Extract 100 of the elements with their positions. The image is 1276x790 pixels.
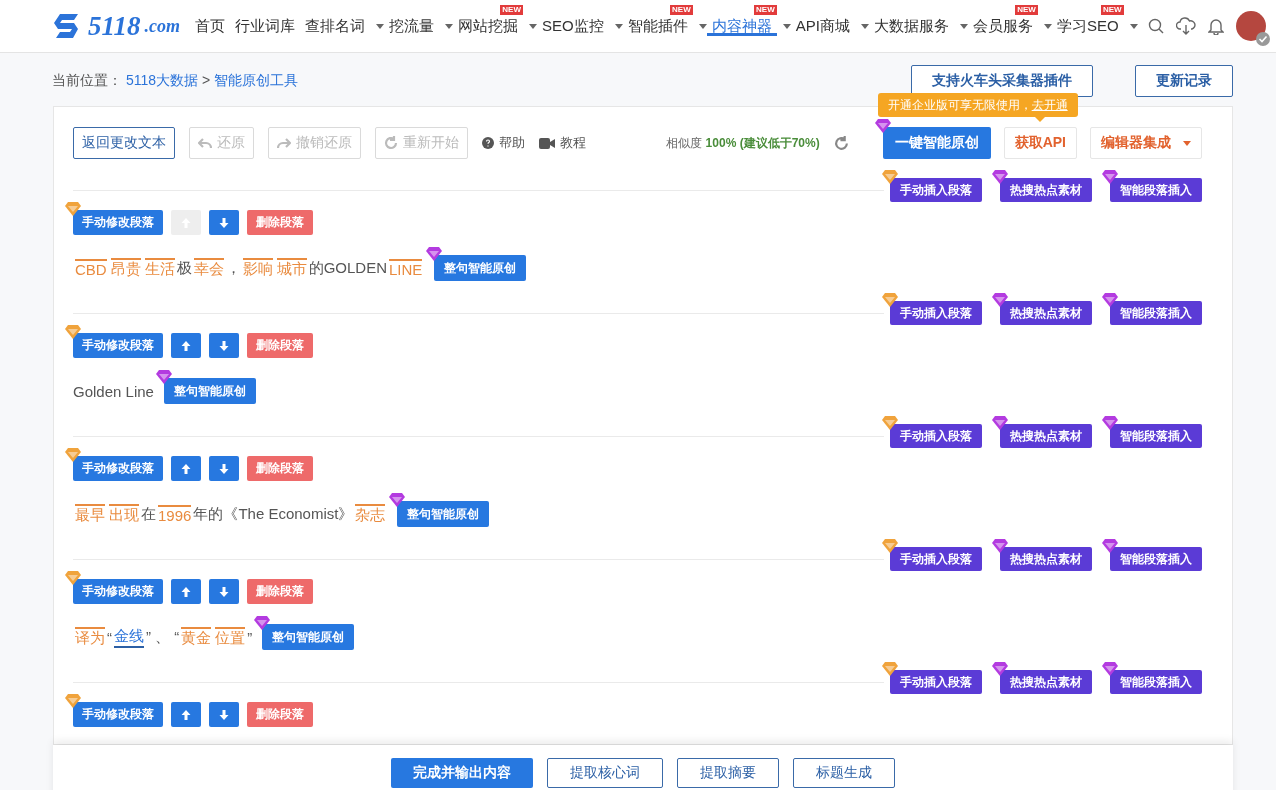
insert-button[interactable]: 智能段落插入 [1110,301,1202,325]
insert-button[interactable]: 手动插入段落 [890,178,982,202]
sentence-rewrite-button[interactable]: 整句智能原创 [163,378,256,404]
insert-button[interactable]: 热搜热点素材 [1000,670,1092,694]
replaced-word[interactable]: 最早 [75,503,105,525]
caret-icon[interactable] [529,23,537,29]
caret-icon[interactable] [860,23,869,29]
edit-paragraph-button[interactable]: 手动修改段落 [73,333,163,358]
caret-icon[interactable] [782,23,791,29]
outline-button[interactable]: 更新记录 [1135,65,1233,97]
nav-item[interactable]: 学习SEO [1051,16,1124,36]
nav-item[interactable]: 会员服务 [967,16,1038,36]
insert-button[interactable]: 热搜热点素材 [1000,178,1092,202]
new-badge: NEW [754,4,777,15]
replaced-word[interactable]: 译为 [75,626,105,648]
delete-paragraph-button[interactable]: 删除段落 [247,579,313,604]
logo-text[interactable]: 5118 [88,10,141,42]
bell-icon[interactable] [1207,17,1224,35]
caret-icon[interactable] [698,23,707,29]
replaced-word[interactable]: CBD [75,258,107,278]
search-icon[interactable] [1147,18,1164,34]
gem-icon [65,202,81,216]
insert-button[interactable]: 智能段落插入 [1110,670,1202,694]
insert-button[interactable]: 智能段落插入 [1110,178,1202,202]
insert-button[interactable]: 手动插入段落 [890,424,982,448]
move-down-button[interactable] [209,579,239,604]
nav-item[interactable]: 智能插件 [622,16,693,36]
edit-paragraph-button[interactable]: 手动修改段落 [73,210,163,235]
linked-word[interactable]: 金线 [114,626,144,648]
edit-paragraph-button[interactable]: 手动修改段落 [73,456,163,481]
avatar[interactable] [1235,11,1266,41]
replaced-word[interactable]: 位置 [215,626,246,648]
delete-paragraph-button[interactable]: 删除段落 [247,702,313,727]
nav-item[interactable]: 内容神器 [706,16,777,36]
insert-button[interactable]: 手动插入段落 [890,670,982,694]
nav-item[interactable]: 大数据服务 [868,16,954,36]
move-up-button[interactable] [171,333,201,358]
caret-icon[interactable] [376,23,384,29]
gem-icon [882,416,898,430]
replaced-word[interactable]: LINE [389,258,423,278]
footer-button[interactable]: 完成并输出内容 [391,758,533,788]
delete-paragraph-button[interactable]: 删除段落 [247,210,313,235]
replaced-word[interactable]: 1996 [158,504,192,524]
back-button[interactable]: 返回更改文本 [73,127,175,159]
caret-icon[interactable] [445,23,453,29]
nav-item[interactable]: 查排名词 [300,16,370,36]
arrow-up-icon [180,339,192,352]
delete-paragraph-button[interactable]: 删除段落 [247,333,313,358]
nav-item[interactable]: SEO监控 [537,16,609,36]
insert-button[interactable]: 智能段落插入 [1110,547,1202,571]
insert-button[interactable]: 热搜热点素材 [1000,301,1092,325]
sentence-rewrite-button[interactable]: 整句智能原创 [397,501,490,527]
delete-paragraph-button[interactable]: 删除段落 [247,456,313,481]
nav-item[interactable]: 网站挖掘 [453,16,523,36]
insert-button[interactable]: 智能段落插入 [1110,424,1202,448]
move-up-button[interactable] [171,456,201,481]
smart-rewrite-button[interactable]: 一键智能原创 [882,127,991,159]
replaced-word[interactable]: 黄金 [181,626,212,648]
logo-suffix[interactable]: .com [144,15,180,37]
cloud-download-icon[interactable] [1175,17,1196,35]
replaced-word[interactable]: 生活 [144,257,175,279]
tutorial-link[interactable]: 教程 [539,134,586,152]
edit-paragraph-button[interactable]: 手动修改段落 [73,579,163,604]
move-down-button[interactable] [209,210,239,235]
move-up-button[interactable] [171,702,201,727]
get-api-button[interactable]: 获取API [1003,127,1077,159]
breadcrumb-link[interactable]: 5118大数据 [126,72,199,90]
replaced-word[interactable]: 幸会 [193,257,224,279]
insert-button[interactable]: 热搜热点素材 [1000,547,1092,571]
move-up-button[interactable] [171,579,201,604]
caret-icon[interactable] [1043,23,1052,29]
help-link[interactable]: 帮助 [482,134,525,152]
replaced-word[interactable]: 昂贵 [110,257,141,279]
edit-paragraph-button[interactable]: 手动修改段落 [73,702,163,727]
footer-button[interactable]: 提取摘要 [677,758,779,788]
sentence-rewrite-button[interactable]: 整句智能原创 [262,624,355,650]
insert-button[interactable]: 热搜热点素材 [1000,424,1092,448]
refresh-icon[interactable] [833,135,849,151]
sentence-rewrite-button[interactable]: 整句智能原创 [434,255,527,281]
editor-integration-button[interactable]: 编辑器集成 [1090,127,1202,159]
replaced-word[interactable]: 杂志 [355,503,386,525]
caret-icon[interactable] [959,23,968,29]
replaced-word[interactable]: 影响 [242,257,273,279]
insert-button[interactable]: 手动插入段落 [890,547,982,571]
caret-icon[interactable] [1129,23,1138,29]
nav-item[interactable]: 挖流量 [384,16,439,36]
nav-item[interactable]: 首页 [190,16,230,36]
replaced-word[interactable]: 城市 [276,257,307,279]
breadcrumb-link[interactable]: 智能原创工具 [214,72,299,90]
move-down-button[interactable] [209,456,239,481]
replaced-word[interactable]: 出现 [109,503,139,525]
caret-icon[interactable] [614,23,623,29]
move-down-button[interactable] [209,333,239,358]
move-down-button[interactable] [209,702,239,727]
footer-button[interactable]: 提取核心词 [547,758,663,788]
nav-item[interactable]: API商城 [790,16,855,36]
nav-item[interactable]: 行业词库 [230,16,300,36]
insert-button[interactable]: 手动插入段落 [890,301,982,325]
footer-button[interactable]: 标题生成 [793,758,895,788]
gem-icon [882,170,898,184]
